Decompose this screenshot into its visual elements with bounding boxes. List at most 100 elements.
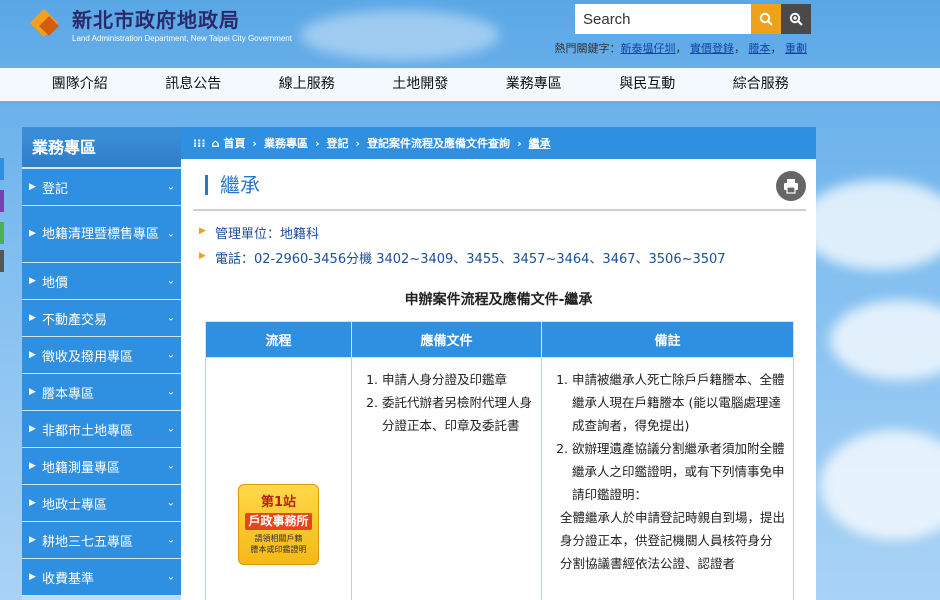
title-row: 繼承: [193, 159, 806, 211]
side-tab-gray[interactable]: [0, 250, 4, 272]
sidebar-item-label: 不動產交易: [42, 312, 108, 328]
chevron-down-icon: ⌄: [166, 275, 175, 287]
breadcrumb-current[interactable]: 繼承: [529, 135, 551, 151]
hot-keywords: 熱門關鍵字：新泰塭仔圳， 實價登錄， 謄本， 重劃: [554, 42, 808, 55]
sidebar-item-label: 地政士專區: [42, 497, 108, 513]
search-input[interactable]: [575, 4, 751, 34]
sidebar-item-expropriation[interactable]: ▶ 徵收及撥用專區 ⌄: [22, 337, 181, 374]
nav-public-interaction[interactable]: 與民互動: [591, 68, 705, 101]
station-number: 第1站: [260, 495, 297, 510]
chevron-down-icon: ⌄: [166, 228, 175, 240]
nav-announcements[interactable]: 訊息公告: [137, 68, 251, 101]
note-extra: 全體繼承人於申請登記時親自到場，提出身分證正本，供登記機關人員核符身分: [560, 510, 786, 548]
sidebar-item-real-estate[interactable]: ▶ 不動產交易 ⌄: [22, 300, 181, 337]
nav-general-services[interactable]: 綜合服務: [704, 68, 818, 101]
side-tab-purple[interactable]: [0, 190, 4, 212]
triangle-right-icon: ▶: [29, 387, 36, 397]
documents-cell: 申請人身分證及印鑑章 委託代辦者另檢附代理人身分證正本、印章及委託書: [351, 357, 542, 600]
contact-info: 管理單位：地籍科 電話：02-2960-3456分機 3402~3409、345…: [199, 223, 816, 267]
sidebar-item-cadastral-cleanup[interactable]: ▶ 地籍清理暨標售專區 ⌄: [22, 206, 181, 263]
breadcrumb-registration[interactable]: 登記: [327, 135, 349, 151]
search-icon: [759, 12, 773, 26]
station-description: 請領相關戶籍 謄本或印鑑證明: [239, 533, 318, 555]
site-logo[interactable]: 新北市政府地政局 Land Administration Department,…: [29, 4, 292, 43]
triangle-right-icon: ▶: [29, 350, 36, 360]
side-tab-blue[interactable]: [0, 158, 4, 180]
chevron-down-icon: ⌄: [166, 349, 175, 361]
triangle-right-icon: ▶: [29, 461, 36, 471]
main-content: ⁝⁝⁝ ⌂ 首頁 › 業務專區 › 登記 › 登記案件流程及應備文件查詢 › 繼承 繼承…: [181, 127, 816, 600]
sidebar-item-label: 收費基準: [42, 571, 95, 587]
hotkey-link[interactable]: 實價登錄: [690, 42, 734, 55]
sidebar-title: 業務專區: [22, 127, 181, 169]
document-item: 委託代辦者另檢附代理人身分證正本、印章及委託書: [382, 391, 533, 437]
nav-land-development[interactable]: 土地開發: [364, 68, 478, 101]
section-subtitle: 申辦案件流程及應備文件-繼承: [404, 292, 593, 308]
home-icon: ⌂: [211, 136, 220, 150]
nav-team[interactable]: 團隊介紹: [23, 68, 137, 101]
search-button[interactable]: [751, 4, 781, 34]
breadcrumb: ⁝⁝⁝ ⌂ 首頁 › 業務專區 › 登記 › 登記案件流程及應備文件查詢 › 繼承: [181, 127, 816, 159]
station-desc-line: 謄本或印鑑證明: [250, 545, 307, 554]
station-desc-line: 請領相關戶籍: [254, 534, 303, 543]
sidebar-item-label: 地籍清理暨標售專區: [42, 226, 160, 242]
manager-unit: 管理單位：地籍科: [199, 223, 816, 242]
chevron-down-icon: ⌄: [166, 386, 175, 398]
sidebar-item-label: 登記: [42, 181, 69, 197]
sidebar-item-farmland-375[interactable]: ▶ 耕地三七五專區 ⌄: [22, 522, 181, 559]
chevron-down-icon: ⌄: [166, 460, 175, 472]
hotkey-link[interactable]: 重劃: [785, 42, 807, 55]
triangle-right-icon: ▶: [29, 535, 36, 545]
search-bar: [575, 4, 811, 34]
sidebar-item-fees[interactable]: ▶ 收費基準 ⌄: [22, 559, 181, 596]
triangle-right-icon: ▶: [29, 182, 36, 192]
sidebar-item-land-agents[interactable]: ▶ 地政士專區 ⌄: [22, 485, 181, 522]
sidebar-item-registration[interactable]: ▶ 登記 ⌄: [22, 169, 181, 206]
sidebar-item-label: 謄本專區: [42, 386, 95, 402]
chevron-down-icon: ⌄: [166, 312, 175, 324]
grip-icon: ⁝⁝⁝: [193, 136, 206, 150]
sidebar-item-non-urban[interactable]: ▶ 非都市土地專區 ⌄: [22, 411, 181, 448]
station-name: 戶政事務所: [245, 513, 312, 530]
note-item: 申請被繼承人死亡除戶戶籍謄本、全體繼承人現在戶籍謄本 (能以電腦處理達成查詢者，…: [572, 368, 785, 437]
breadcrumb-case-query[interactable]: 登記案件流程及應備文件查詢: [367, 135, 510, 151]
triangle-right-icon: ▶: [29, 498, 36, 508]
note-extra: 分割協議書經依法公證、認證者: [560, 556, 736, 571]
sidebar-item-transcripts[interactable]: ▶ 謄本專區 ⌄: [22, 374, 181, 411]
zoom-search-icon: [789, 12, 803, 26]
advanced-search-button[interactable]: [781, 4, 811, 34]
sidebar-item-label: 非都市土地專區: [42, 423, 134, 439]
page-title: 繼承: [205, 175, 260, 195]
chevron-down-icon: ⌄: [166, 423, 175, 435]
main-nav: 團隊介紹 訊息公告 線上服務 土地開發 業務專區 與民互動 綜合服務: [0, 68, 940, 101]
chevron-down-icon: ⌄: [166, 181, 175, 193]
sidebar-item-label: 徵收及撥用專區: [42, 349, 134, 365]
side-tab-green[interactable]: [0, 222, 4, 244]
nav-online-services[interactable]: 線上服務: [250, 68, 364, 101]
hotkeys-label: 熱門關鍵字：: [554, 42, 621, 55]
nav-business[interactable]: 業務專區: [477, 68, 591, 101]
logo-icon: [29, 8, 64, 37]
site-header: 新北市政府地政局 Land Administration Department,…: [0, 0, 940, 68]
chevron-down-icon: ⌄: [166, 497, 175, 509]
triangle-right-icon: ▶: [29, 228, 36, 239]
column-header-notes: 備註: [541, 321, 794, 358]
column-header-process: 流程: [205, 321, 352, 358]
document-item: 申請人身分證及印鑑章: [382, 368, 533, 391]
triangle-right-icon: ▶: [29, 572, 36, 582]
breadcrumb-home[interactable]: 首頁: [223, 135, 245, 151]
sidebar-item-label: 耕地三七五專區: [42, 534, 134, 550]
triangle-right-icon: ▶: [29, 424, 36, 434]
note-item: 欲辦理遺產協議分割繼承者須加附全體繼承人之印鑑證明，或有下列情事免申請印鑑證明：: [572, 437, 785, 506]
sidebar-item-label: 地價: [42, 275, 69, 291]
hotkey-link[interactable]: 謄本: [749, 42, 771, 55]
sidebar-item-survey[interactable]: ▶ 地籍測量專區 ⌄: [22, 448, 181, 485]
site-subtitle: Land Administration Department, New Taip…: [72, 34, 292, 43]
print-button[interactable]: [776, 171, 806, 201]
station-1-badge[interactable]: 第1站 戶政事務所 請領相關戶籍 謄本或印鑑證明: [238, 484, 319, 565]
triangle-right-icon: ▶: [29, 313, 36, 323]
breadcrumb-business[interactable]: 業務專區: [264, 135, 308, 151]
sidebar-item-label: 地籍測量專區: [42, 460, 121, 476]
hotkey-link[interactable]: 新泰塭仔圳: [621, 42, 676, 55]
sidebar-item-land-value[interactable]: ▶ 地價 ⌄: [22, 263, 181, 300]
